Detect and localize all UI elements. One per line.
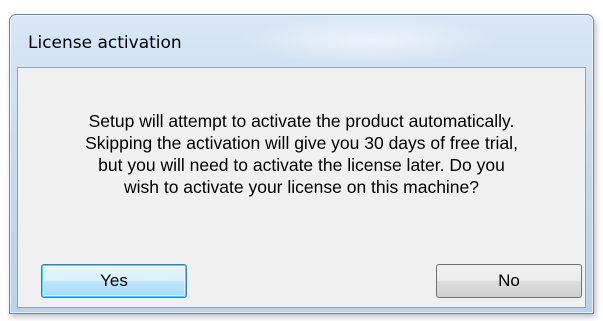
dialog-titlebar[interactable]: License activation	[10, 15, 593, 65]
message-line: wish to activate your license on this ma…	[123, 177, 480, 197]
license-activation-dialog: License activation Setup will attempt to…	[9, 14, 594, 314]
message-line: but you will need to activate the licens…	[98, 155, 505, 175]
yes-button[interactable]: Yes	[41, 264, 187, 298]
message-line: Skipping the activation will give you 30…	[85, 133, 518, 153]
no-button[interactable]: No	[436, 264, 582, 298]
dialog-title: License activation	[28, 33, 182, 53]
message-line: Setup will attempt to activate the produ…	[88, 111, 515, 131]
dialog-body: Setup will attempt to activate the produ…	[17, 67, 586, 308]
dialog-message: Setup will attempt to activate the produ…	[28, 110, 575, 198]
